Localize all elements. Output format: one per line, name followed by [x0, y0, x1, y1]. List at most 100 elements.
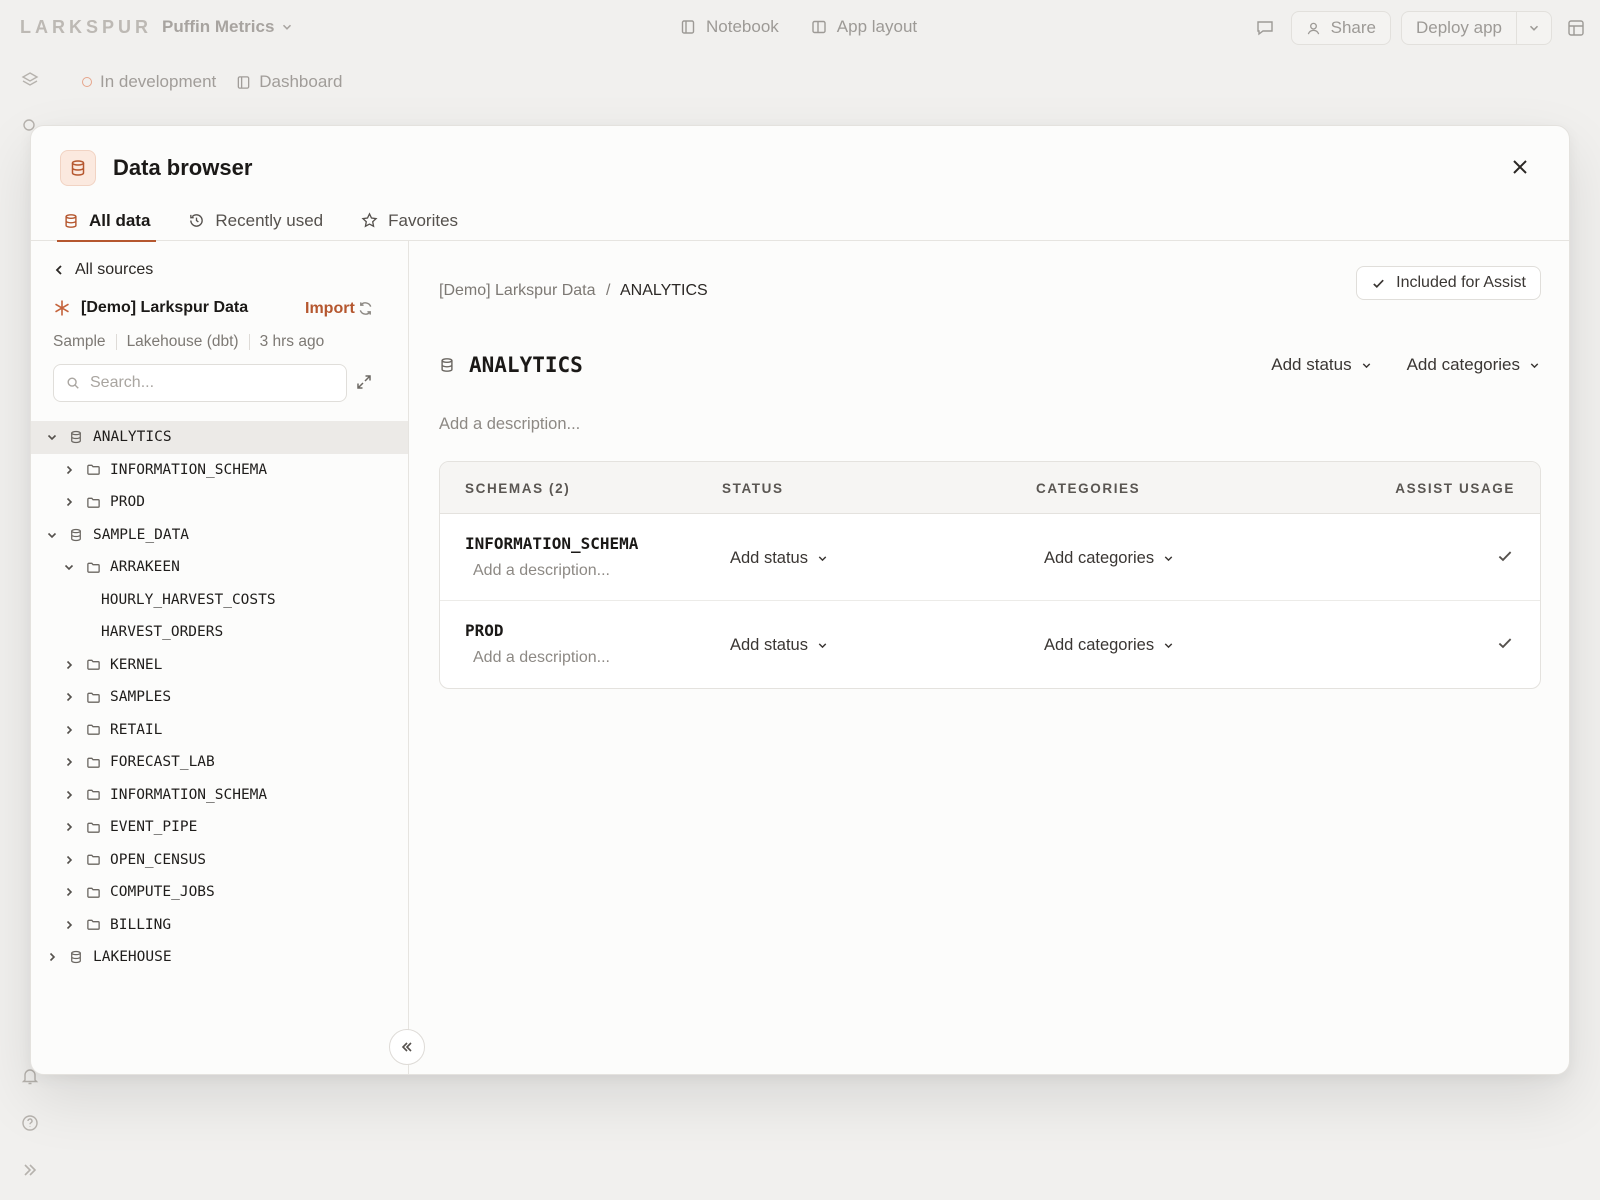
app-layout-link[interactable]: App layout: [811, 17, 917, 37]
add-status-dropdown[interactable]: Add status: [1271, 355, 1372, 375]
project-switcher[interactable]: Puffin Metrics: [162, 17, 294, 37]
refresh-icon[interactable]: [357, 300, 374, 317]
tab-recently-used[interactable]: Recently used: [182, 200, 329, 241]
schema-name[interactable]: INFORMATION_SCHEMA: [465, 534, 638, 553]
notebook-icon: [680, 19, 696, 35]
tab-bar: All data Recently used Favorites: [57, 200, 490, 242]
comment-icon[interactable]: [1255, 18, 1275, 38]
help-icon[interactable]: [20, 1113, 40, 1133]
add-categories-dropdown[interactable]: Add categories: [1407, 355, 1541, 375]
tab-favorites[interactable]: Favorites: [355, 200, 464, 241]
tab-label: Favorites: [388, 210, 459, 230]
dev-status[interactable]: In development: [82, 72, 216, 92]
table-body: INFORMATION_SCHEMA Add a description... Ad…: [440, 514, 1540, 688]
deploy-button[interactable]: Deploy app: [1402, 12, 1516, 44]
row-status-dropdown[interactable]: Add status: [730, 636, 829, 655]
all-sources-back-link[interactable]: All sources: [53, 261, 153, 279]
tree-item-folder[interactable]: PROD: [31, 486, 408, 519]
chevron-right-icon[interactable]: [60, 789, 78, 801]
included-for-assist-button[interactable]: Included for Assist: [1356, 266, 1541, 300]
schema-tree: ANALYTICS INFORMATION_SCHEMA PROD SAMPLE_DA…: [31, 421, 408, 974]
schemas-table: SCHEMAS (2) STATUS CATEGORIES ASSIST USA…: [439, 461, 1541, 689]
schema-name[interactable]: PROD: [465, 621, 504, 640]
chevron-right-icon[interactable]: [60, 691, 78, 703]
share-button[interactable]: Share: [1290, 11, 1391, 45]
tree-item-table[interactable]: HOURLY_HARVEST_COSTS: [31, 584, 408, 617]
dev-status-label: In development: [100, 72, 217, 91]
tree-item-folder[interactable]: RETAIL: [31, 714, 408, 747]
chevron-down-icon: [816, 639, 829, 652]
tab-all-data[interactable]: All data: [57, 200, 157, 242]
tree-item-folder[interactable]: EVENT_PIPE: [31, 811, 408, 844]
tree-item-label: INFORMATION_SCHEMA: [110, 786, 268, 803]
chevron-right-icon[interactable]: [60, 919, 78, 931]
title-actions: Add status Add categories: [1271, 355, 1541, 375]
tree-item-folder[interactable]: KERNEL: [31, 649, 408, 682]
chevron-down-icon[interactable]: [43, 431, 61, 443]
chevron-right-icon[interactable]: [60, 724, 78, 736]
deploy-menu-button[interactable]: [1516, 12, 1551, 44]
page-title: ANALYTICS: [439, 353, 583, 377]
check-icon: [1371, 276, 1386, 291]
chevron-right-icon[interactable]: [60, 854, 78, 866]
database-icon: [60, 150, 96, 186]
chevron-right-icon[interactable]: [60, 756, 78, 768]
double-chevron-left-icon[interactable]: [389, 1029, 425, 1065]
schema-description-field[interactable]: Add a description...: [473, 562, 610, 580]
chevron-down-icon[interactable]: [43, 529, 61, 541]
tree-item-folder[interactable]: ARRAKEEN: [31, 551, 408, 584]
table-header: SCHEMAS (2) STATUS CATEGORIES ASSIST USA…: [440, 462, 1540, 514]
dashboard-link[interactable]: Dashboard: [236, 72, 342, 92]
chevron-down-icon: [280, 20, 294, 34]
chevron-right-icon[interactable]: [60, 496, 78, 508]
chevron-right-icon[interactable]: [60, 464, 78, 476]
chevron-right-icon[interactable]: [60, 821, 78, 833]
header-status: STATUS: [722, 481, 784, 496]
chevron-right-icon[interactable]: [43, 951, 61, 963]
table-row[interactable]: INFORMATION_SCHEMA Add a description... Ad…: [440, 514, 1540, 601]
search-input[interactable]: [90, 374, 320, 392]
import-button[interactable]: Import: [305, 300, 355, 318]
double-chevron-right-icon[interactable]: [20, 1160, 40, 1180]
chevron-down-icon[interactable]: [60, 561, 78, 573]
layers-icon[interactable]: [20, 70, 40, 90]
project-name: Puffin Metrics: [162, 17, 275, 36]
row-categories-dropdown[interactable]: Add categories: [1044, 636, 1175, 655]
row-categories-dropdown[interactable]: Add categories: [1044, 549, 1175, 568]
source-sidebar: All sources [Demo] Larkspur Data Import …: [31, 241, 409, 1074]
tree-item-table[interactable]: HARVEST_ORDERS: [31, 616, 408, 649]
description-field[interactable]: Add a description...: [439, 415, 580, 434]
tree-item-folder[interactable]: INFORMATION_SCHEMA: [31, 779, 408, 812]
folder-icon: [86, 917, 102, 932]
check-icon[interactable]: [1496, 634, 1514, 652]
notebook-link[interactable]: Notebook: [680, 17, 779, 37]
tree-item-folder[interactable]: BILLING: [31, 909, 408, 942]
check-icon[interactable]: [1496, 547, 1514, 565]
schema-description-field[interactable]: Add a description...: [473, 649, 610, 667]
expand-icon[interactable]: [355, 373, 373, 391]
tree-item-folder[interactable]: FORECAST_LAB: [31, 746, 408, 779]
detail-panel: [Demo] Larkspur Data / ANALYTICS Include…: [409, 241, 1569, 1074]
tree-item-folder[interactable]: INFORMATION_SCHEMA: [31, 454, 408, 487]
folder-icon: [86, 787, 102, 802]
chevron-right-icon[interactable]: [60, 659, 78, 671]
chevron-down-icon: [1360, 359, 1373, 372]
breadcrumb-source[interactable]: [Demo] Larkspur Data: [439, 282, 596, 299]
tree-item-folder[interactable]: COMPUTE_JOBS: [31, 876, 408, 909]
breadcrumb-separator: /: [605, 282, 611, 299]
tree-item-database[interactable]: LAKEHOUSE: [31, 941, 408, 974]
panel-icon[interactable]: [1566, 18, 1586, 38]
table-row[interactable]: PROD Add a description... Add status Add ca…: [440, 601, 1540, 688]
tree-item-database[interactable]: ANALYTICS: [31, 421, 408, 454]
database-icon: [439, 357, 455, 373]
tree-item-folder[interactable]: OPEN_CENSUS: [31, 844, 408, 877]
app-layout-label: App layout: [836, 17, 918, 36]
tree-item-database[interactable]: SAMPLE_DATA: [31, 519, 408, 552]
search-box: [53, 364, 347, 402]
close-icon[interactable]: [1509, 156, 1533, 180]
modal-title: Data browser: [113, 155, 253, 180]
chevron-right-icon[interactable]: [60, 886, 78, 898]
tree-item-folder[interactable]: SAMPLES: [31, 681, 408, 714]
tree-item-label: BILLING: [110, 916, 172, 933]
row-status-dropdown[interactable]: Add status: [730, 549, 829, 568]
